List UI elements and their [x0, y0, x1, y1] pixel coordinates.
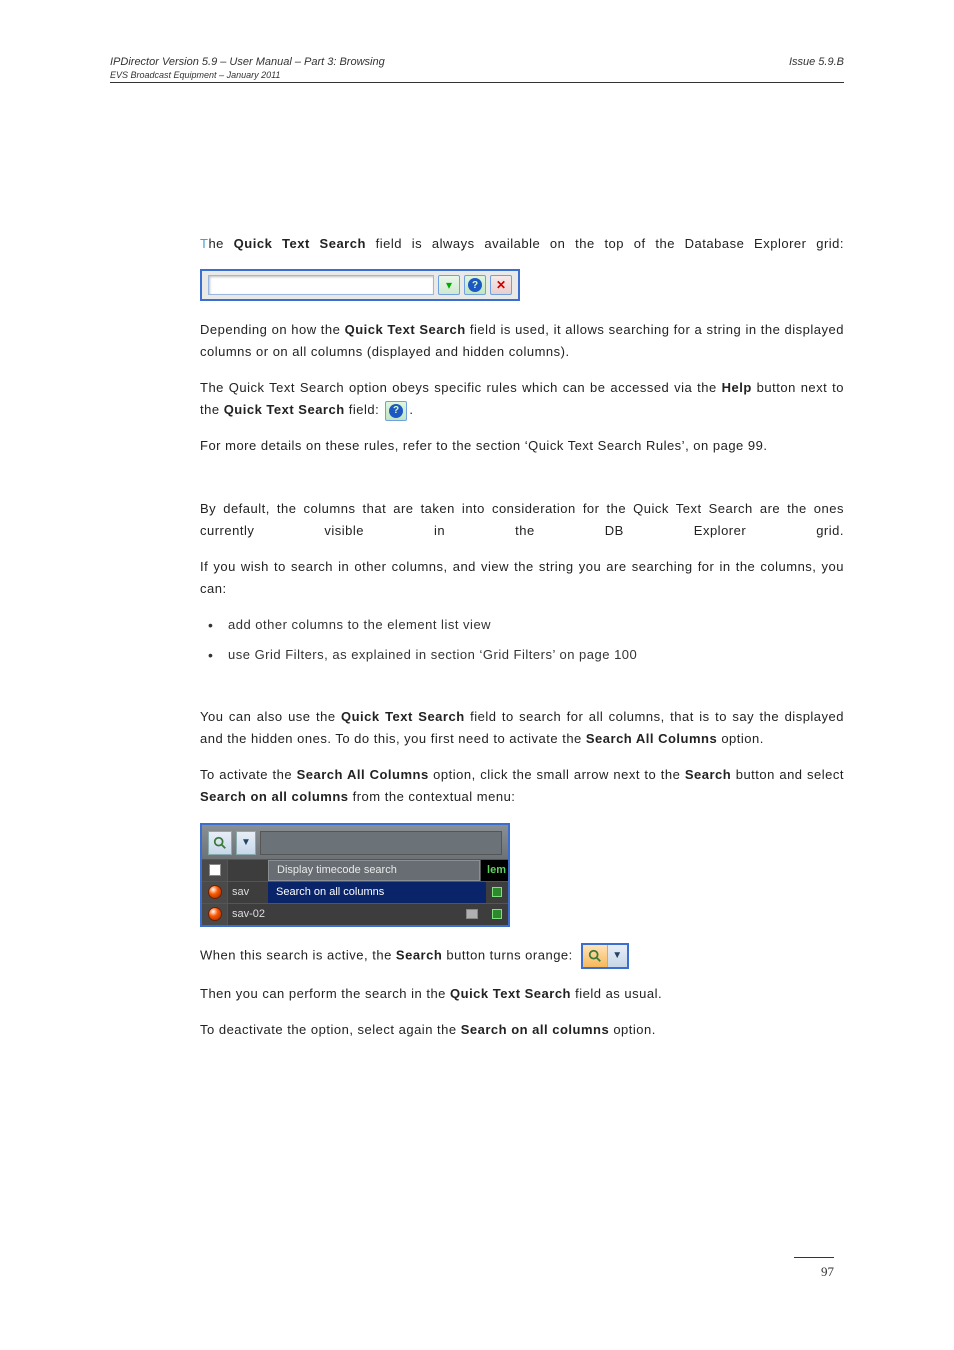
- flag-icon: [492, 909, 502, 919]
- orange-search-button-screenshot: ▼: [581, 943, 629, 969]
- search-box[interactable]: [260, 831, 502, 855]
- list-item: add other columns to the element list vi…: [200, 614, 844, 636]
- para-11: To deactivate the option, select again t…: [200, 1019, 844, 1041]
- help-button[interactable]: ?: [464, 275, 486, 295]
- page-number: 97: [821, 1264, 834, 1280]
- para-6: If you wish to search in other columns, …: [200, 556, 844, 600]
- para-5: By default, the columns that are taken i…: [200, 498, 844, 542]
- magnifier-icon: [588, 949, 602, 963]
- para-4: For more details on these rules, refer t…: [200, 435, 844, 457]
- tag-lem: lem: [480, 860, 508, 881]
- help-icon: ?: [468, 278, 482, 292]
- content: The Quick Text Search field is always av…: [110, 233, 844, 1041]
- menu-item-allcolumns[interactable]: Search on all columns: [268, 882, 486, 903]
- dropdown-button[interactable]: ▾: [438, 275, 460, 295]
- search-dropdown-arrow[interactable]: ▼: [607, 945, 627, 967]
- list-item: use Grid Filters, as explained in sectio…: [200, 644, 844, 666]
- quick-search-bar-screenshot: ▾ ? ✕: [200, 269, 520, 301]
- header-right: Issue 5.9.B: [789, 56, 844, 68]
- media-icon: [466, 909, 478, 919]
- record-icon: [208, 885, 222, 899]
- bullet-list: add other columns to the element list vi…: [200, 614, 844, 666]
- record-icon: [208, 907, 222, 921]
- para-8: To activate the Search All Columns optio…: [200, 764, 844, 808]
- quick-search-input[interactable]: [208, 275, 434, 295]
- checkbox[interactable]: [209, 864, 221, 876]
- para-2: Depending on how the Quick Text Search f…: [200, 319, 844, 363]
- header-rule: [110, 82, 844, 83]
- para-1: The Quick Text Search field is always av…: [200, 233, 844, 255]
- menu-item-timecode[interactable]: Display timecode search: [268, 860, 480, 881]
- magnifier-icon: [213, 836, 227, 850]
- flag-icon: [492, 887, 502, 897]
- search-dropdown-arrow[interactable]: ▼: [236, 831, 256, 855]
- para-10: Then you can perform the search in the Q…: [200, 983, 844, 1005]
- context-menu-screenshot: ▼ Display timecode search lem sav Search…: [200, 823, 510, 927]
- search-button-active[interactable]: [583, 945, 607, 967]
- clear-button[interactable]: ✕: [490, 275, 512, 295]
- page-header: IPDirector Version 5.9 – User Manual – P…: [110, 56, 844, 83]
- para-3: The Quick Text Search option obeys speci…: [200, 377, 844, 421]
- header-sub: EVS Broadcast Equipment – January 2011: [110, 70, 844, 80]
- search-button[interactable]: [208, 831, 232, 855]
- help-icon-inline: ?: [385, 401, 407, 421]
- header-left: IPDirector Version 5.9 – User Manual – P…: [110, 56, 385, 68]
- para-9: When this search is active, the Search b…: [200, 943, 844, 969]
- para-7: You can also use the Quick Text Search f…: [200, 706, 844, 750]
- footer-rule: [794, 1257, 834, 1258]
